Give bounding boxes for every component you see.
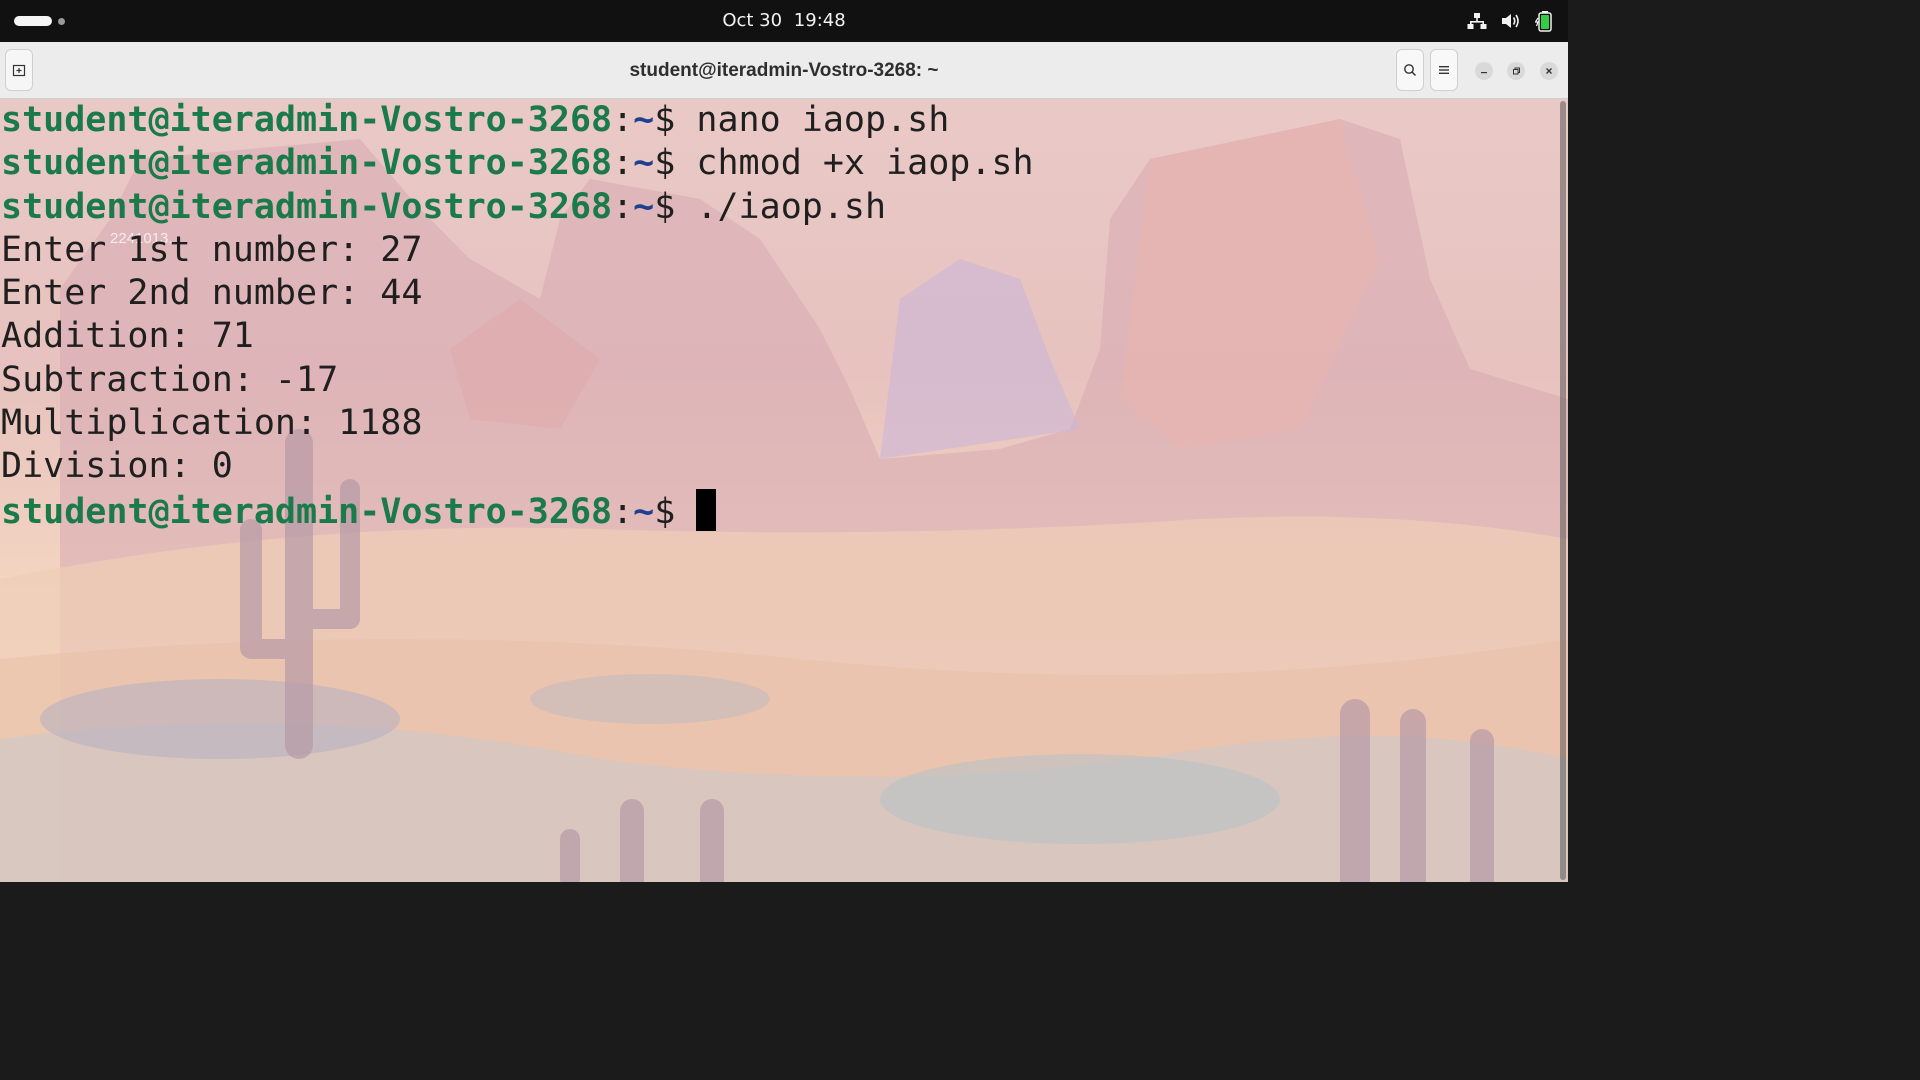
command-line: student@iteradmin-Vostro-3268:~$ chmod +… xyxy=(1,142,1558,185)
volume-icon[interactable] xyxy=(1500,10,1522,32)
output-line: Enter 2nd number: 44 xyxy=(1,273,423,314)
prompt-user-host: student@iteradmin-Vostro-3268 xyxy=(1,491,613,532)
command-text: ./iaop.sh xyxy=(696,186,887,227)
prompt-path: ~ xyxy=(633,100,655,140)
maximize-button[interactable] xyxy=(1507,62,1525,80)
prompt-separator: : xyxy=(612,100,634,140)
network-icon[interactable] xyxy=(1466,10,1488,32)
command-text: chmod +x iaop.sh xyxy=(696,143,1034,184)
close-icon xyxy=(1546,68,1552,74)
main-menu-button[interactable] xyxy=(1430,49,1458,91)
restore-icon xyxy=(1513,67,1520,75)
prompt-symbol: $ xyxy=(654,143,697,184)
text-cursor xyxy=(696,488,717,531)
search-button[interactable] xyxy=(1396,49,1424,91)
prompt-symbol: $ xyxy=(654,186,697,227)
prompt-user-host: student@iteradmin-Vostro-3268 xyxy=(1,186,613,227)
battery-icon[interactable] xyxy=(1534,10,1556,32)
system-tray[interactable] xyxy=(1466,9,1556,33)
top-bar: Oct 30 19:48 xyxy=(0,0,1568,42)
clock[interactable]: Oct 30 19:48 xyxy=(0,0,1568,42)
terminal-headerbar: student@iteradmin-Vostro-3268: ~ xyxy=(0,42,1568,99)
prompt-path: ~ xyxy=(633,186,655,227)
prompt-path: ~ xyxy=(633,491,655,532)
prompt-user-host: student@iteradmin-Vostro-3268 xyxy=(1,143,613,184)
prompt-path: ~ xyxy=(633,143,655,184)
output-line: Multiplication: 1188 xyxy=(1,403,423,444)
active-prompt-line[interactable]: student@iteradmin-Vostro-3268:~$ xyxy=(1,488,1558,532)
search-icon xyxy=(1404,64,1417,77)
command-line: student@iteradmin-Vostro-3268:~$ ./iaop.… xyxy=(1,186,1558,229)
prompt-separator: : xyxy=(612,186,634,227)
output-line: Division: 0 xyxy=(1,446,233,487)
output-line: Addition: 71 xyxy=(1,316,254,357)
terminal-view[interactable]: 2241013. student@iteradmin-Vostro-3268:~… xyxy=(0,99,1568,882)
command-line: student@iteradmin-Vostro-3268:~$ nano ia… xyxy=(1,99,1558,142)
hamburger-menu-icon xyxy=(1439,66,1449,74)
minimize-button[interactable] xyxy=(1475,62,1493,80)
output-line: Enter 1st number: 27 xyxy=(1,229,423,270)
terminal-output[interactable]: student@iteradmin-Vostro-3268:~$ nano ia… xyxy=(1,99,1558,532)
clock-time: 19:48 xyxy=(793,10,846,31)
prompt-separator: : xyxy=(612,143,634,184)
output-line: Subtraction: -17 xyxy=(1,359,339,400)
window-title: student@iteradmin-Vostro-3268: ~ xyxy=(629,60,939,81)
prompt-symbol: $ xyxy=(654,491,697,532)
prompt-separator: : xyxy=(612,491,634,532)
prompt-symbol: $ xyxy=(654,100,697,140)
minimize-icon xyxy=(1481,72,1487,74)
close-button[interactable] xyxy=(1540,62,1558,80)
command-text: nano iaop.sh xyxy=(696,100,950,140)
prompt-user-host: student@iteradmin-Vostro-3268 xyxy=(1,100,613,140)
scrollbar[interactable] xyxy=(1560,101,1566,880)
clock-date: Oct 30 xyxy=(722,10,783,31)
